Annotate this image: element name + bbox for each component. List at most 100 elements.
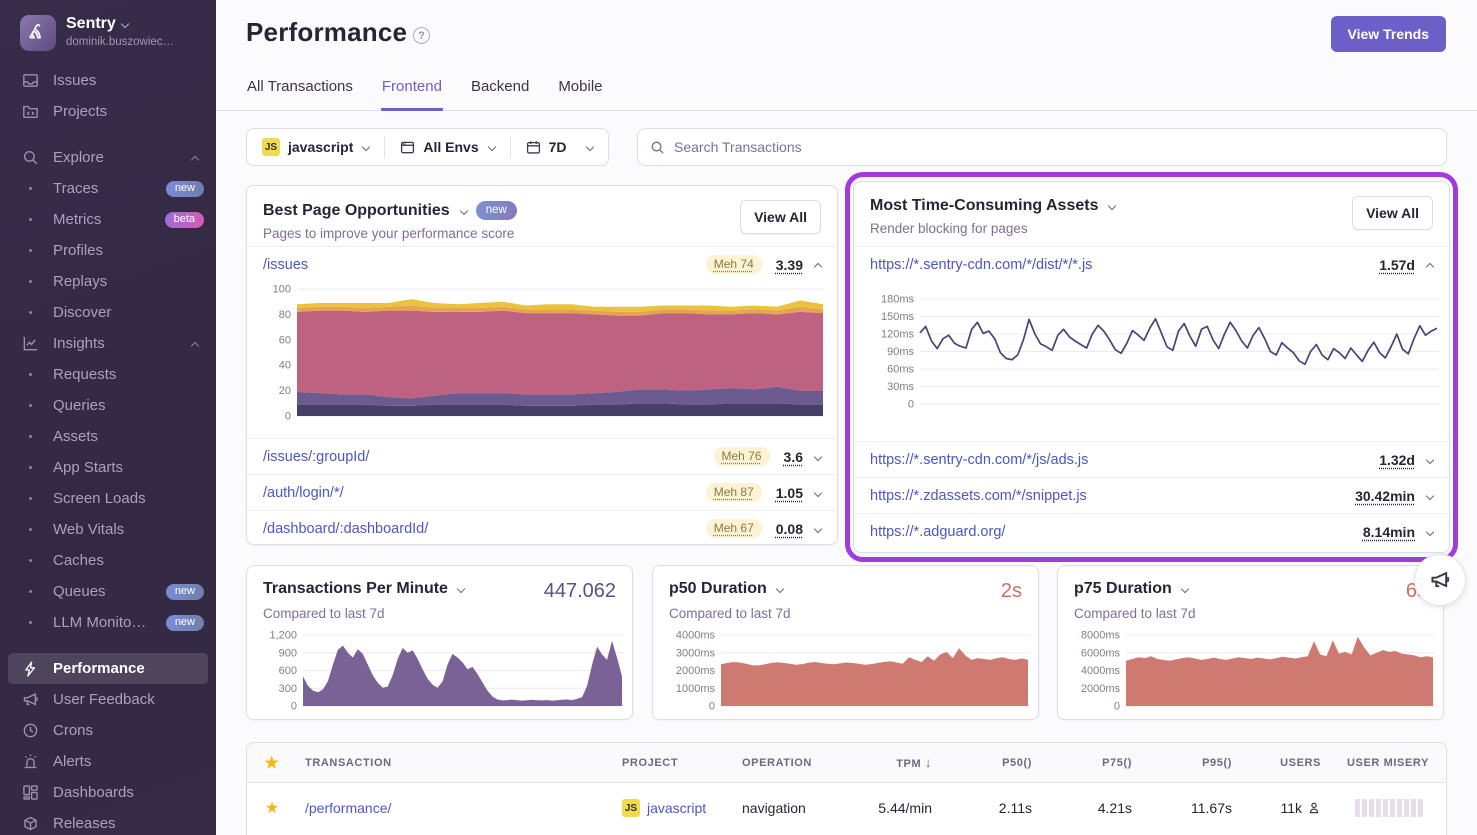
- sidebar-item-dashboards[interactable]: Dashboards: [0, 777, 216, 808]
- chevron-up-icon[interactable]: [814, 262, 822, 270]
- opportunity-value[interactable]: 1.05: [776, 485, 803, 501]
- sidebar-item-insights[interactable]: Insights: [0, 328, 216, 359]
- transaction-link[interactable]: /issues/:groupId/: [263, 449, 714, 465]
- p95-cell: 11.67s: [1154, 800, 1254, 816]
- sidebar-item-metrics[interactable]: Metricsbeta: [0, 204, 216, 235]
- tpm-title-dropdown[interactable]: Transactions Per Minute: [263, 580, 464, 598]
- opportunity-value[interactable]: 3.6: [784, 449, 803, 465]
- svg-text:40: 40: [279, 360, 291, 372]
- svg-text:0: 0: [908, 399, 914, 411]
- sidebar-item-discover[interactable]: Discover: [0, 297, 216, 328]
- chevron-down-icon[interactable]: [814, 452, 822, 460]
- sidebar-item-assets[interactable]: Assets: [0, 421, 216, 452]
- sidebar-item-user-feedback[interactable]: User Feedback: [0, 684, 216, 715]
- sidebar-item-caches[interactable]: Caches: [0, 545, 216, 576]
- asset-link[interactable]: https://*.sentry-cdn.com/*/js/ads.js: [870, 452, 1379, 468]
- megaphone-icon: [20, 691, 40, 708]
- misery-bar: [1397, 799, 1402, 817]
- column-p75[interactable]: P75(): [1054, 757, 1154, 769]
- chevron-down-icon[interactable]: [814, 488, 822, 496]
- chevron-down-icon[interactable]: [1426, 527, 1434, 535]
- star-icon[interactable]: ★: [247, 753, 297, 773]
- environment-selector[interactable]: All Envs: [385, 129, 509, 165]
- clock-icon: [20, 722, 40, 739]
- view-all-button[interactable]: View All: [1352, 196, 1433, 230]
- column-users[interactable]: USERS: [1254, 757, 1339, 769]
- sidebar-item-queries[interactable]: Queries: [0, 390, 216, 421]
- sidebar-item-llm-monito[interactable]: LLM Monito…new: [0, 607, 216, 638]
- transaction-link[interactable]: /auth/login/*/: [263, 485, 706, 501]
- sidebar-item-alerts[interactable]: Alerts: [0, 746, 216, 777]
- p50-title-dropdown[interactable]: p50 Duration: [669, 580, 783, 598]
- sidebar-item-replays[interactable]: Replays: [0, 266, 216, 297]
- transaction-link[interactable]: /performance/: [305, 800, 391, 816]
- date-range-selector[interactable]: 7D: [511, 129, 608, 165]
- asset-time-value[interactable]: 1.57d: [1379, 257, 1415, 273]
- transaction-link[interactable]: /dashboard/:dashboardId/: [263, 521, 706, 537]
- asset-time-value[interactable]: 8.14min: [1363, 524, 1415, 540]
- sidebar-item-releases[interactable]: Releases: [0, 808, 216, 835]
- search-input[interactable]: [674, 139, 1434, 155]
- view-all-button[interactable]: View All: [740, 200, 821, 234]
- tab-all-transactions[interactable]: All Transactions: [246, 69, 354, 111]
- sidebar-item-issues[interactable]: Issues: [0, 65, 216, 96]
- column-transaction[interactable]: TRANSACTION: [297, 757, 614, 769]
- asset-time-value[interactable]: 30.42min: [1355, 488, 1415, 504]
- help-icon[interactable]: ?: [413, 27, 430, 44]
- new-badge: new: [166, 181, 204, 197]
- sidebar-item-web-vitals[interactable]: Web Vitals: [0, 514, 216, 545]
- view-trends-button[interactable]: View Trends: [1331, 16, 1446, 52]
- opportunity-value[interactable]: 0.08: [776, 521, 803, 537]
- tab-backend[interactable]: Backend: [470, 69, 530, 111]
- column-p95[interactable]: P95(): [1154, 757, 1254, 769]
- siren-icon: [20, 753, 40, 770]
- score-badge[interactable]: Meh 87: [706, 483, 762, 502]
- sidebar-item-crons[interactable]: Crons: [0, 715, 216, 746]
- user-icon: [1307, 801, 1321, 815]
- sidebar-item-explore[interactable]: Explore: [0, 142, 216, 173]
- svg-text:300: 300: [279, 683, 297, 695]
- asset-time-value[interactable]: 1.32d: [1379, 452, 1415, 468]
- assets-title-dropdown[interactable]: Most Time-Consuming Assets: [870, 197, 1433, 215]
- feedback-fab-button[interactable]: [1414, 554, 1466, 606]
- sidebar-item-screen-loads[interactable]: Screen Loads: [0, 483, 216, 514]
- sidebar-item-profiles[interactable]: Profiles: [0, 235, 216, 266]
- sidebar-item-projects[interactable]: Projects: [0, 96, 216, 127]
- asset-link[interactable]: https://*.adguard.org/: [870, 524, 1363, 540]
- column-tpm[interactable]: TPM ↓: [844, 755, 954, 770]
- column-p50[interactable]: P50(): [954, 757, 1054, 769]
- asset-link[interactable]: https://*.zdassets.com/*/snippet.js: [870, 488, 1355, 504]
- p75-title-dropdown[interactable]: p75 Duration: [1074, 580, 1188, 598]
- best-pages-title-dropdown[interactable]: Best Page Opportunities new: [263, 201, 821, 220]
- score-badge[interactable]: Meh 67: [706, 519, 762, 538]
- chevron-up-icon[interactable]: [1426, 262, 1434, 270]
- tab-mobile[interactable]: Mobile: [557, 69, 603, 111]
- column-user-misery[interactable]: USER MISERY: [1339, 757, 1446, 769]
- svg-text:80: 80: [279, 309, 291, 321]
- chevron-down-icon[interactable]: [1426, 491, 1434, 499]
- transaction-link[interactable]: /issues: [263, 257, 706, 273]
- favorite-star-icon[interactable]: ★: [247, 798, 297, 818]
- panel-subtitle: Compared to last 7d: [1074, 606, 1196, 621]
- asset-link[interactable]: https://*.sentry-cdn.com/*/dist/*/*.js: [870, 257, 1379, 273]
- column-project[interactable]: PROJECT: [614, 757, 734, 769]
- column-operation[interactable]: OPERATION: [734, 757, 844, 769]
- project-link[interactable]: javascript: [647, 800, 726, 816]
- svg-text:2000ms: 2000ms: [676, 665, 716, 677]
- score-badge[interactable]: Meh 74: [706, 255, 762, 274]
- search-transactions: [637, 128, 1447, 166]
- opportunity-value[interactable]: 3.39: [776, 257, 803, 273]
- sidebar-item-app-starts[interactable]: App Starts: [0, 452, 216, 483]
- chevron-down-icon[interactable]: [1426, 455, 1434, 463]
- project-selector[interactable]: JS javascript: [247, 129, 384, 165]
- sidebar-item-requests[interactable]: Requests: [0, 359, 216, 390]
- chevron-down-icon[interactable]: [814, 524, 822, 532]
- sidebar-item-queues[interactable]: Queuesnew: [0, 576, 216, 607]
- chevron-up-icon[interactable]: [191, 155, 199, 163]
- tab-frontend[interactable]: Frontend: [381, 69, 443, 111]
- org-switcher[interactable]: Sentry dominik.buszowiec…: [0, 0, 216, 51]
- sidebar-item-performance[interactable]: Performance: [8, 653, 208, 684]
- sidebar-item-traces[interactable]: Tracesnew: [0, 173, 216, 204]
- score-badge[interactable]: Meh 76: [714, 447, 770, 466]
- chevron-up-icon[interactable]: [191, 341, 199, 349]
